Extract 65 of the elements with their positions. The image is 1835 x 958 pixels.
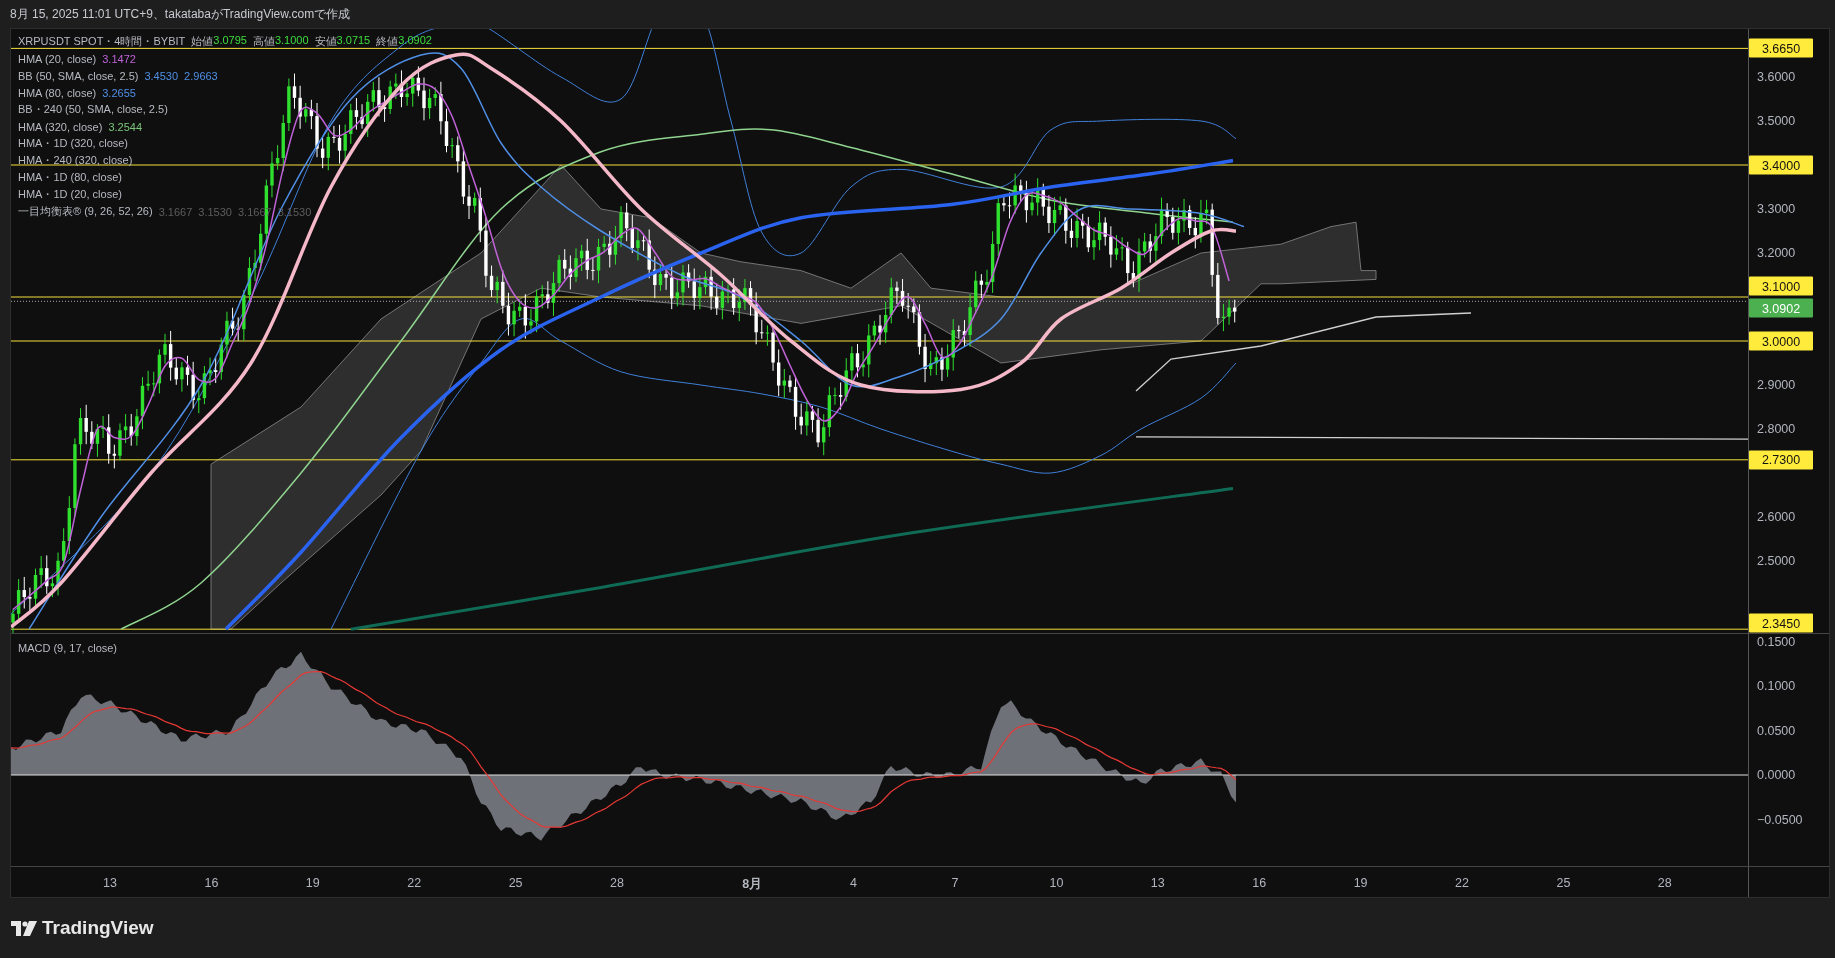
macd-tick-label: 0.1500 — [1757, 634, 1796, 649]
price-badge: 2.7300 — [1749, 450, 1813, 470]
date-label: 28 — [1657, 876, 1672, 890]
price-tick-label: 3.3000 — [1757, 202, 1796, 216]
macd-tick-label: 0.1000 — [1757, 679, 1796, 693]
price-badge: 3.4000 — [1749, 155, 1813, 175]
indicator-name: HMA (80, close) — [18, 86, 97, 99]
indicator-value: 3.1667 — [158, 205, 193, 218]
indicator-value: 3.1472 — [102, 52, 136, 65]
price-tick-label: 2.9000 — [1757, 378, 1796, 392]
price-tick-label: 3.6000 — [1757, 70, 1796, 84]
indicator-name: HMA・240 (320, close) — [18, 153, 133, 168]
price-tick-label: 2.5000 — [1757, 554, 1796, 568]
ohlc-label: 始値 — [191, 34, 214, 49]
macd-tick-label: 0.0500 — [1757, 723, 1796, 738]
date-label: 8月 — [742, 876, 763, 893]
date-label: 7 — [951, 876, 959, 890]
ohlc-value: 3.0715 — [336, 34, 371, 46]
macd-tick-label: 0.0000 — [1757, 768, 1796, 782]
date-label: 25 — [508, 876, 523, 890]
price-tick-label: 2.8000 — [1757, 422, 1796, 436]
indicator-name: BB (50, SMA, close, 2.5) — [18, 69, 139, 82]
indicator-name: HMA・1D (20, close) — [18, 187, 122, 202]
tradingview-logo-icon — [11, 920, 37, 936]
date-label: 10 — [1049, 876, 1064, 890]
macd-label: MACD (9, 17, close) — [18, 642, 118, 654]
header-caption: 8月 15, 2025 11:01 UTC+9、takatabaがTradingView.comで作成 — [10, 5, 351, 23]
ohlc-value: 3.0795 — [213, 34, 247, 46]
date-label: 25 — [1556, 876, 1571, 890]
indicator-name: 一目均衡表® (9, 26, 52, 26) — [18, 204, 153, 219]
price-badge: 2.3450 — [1749, 613, 1813, 633]
price-tick-label: 3.2000 — [1757, 246, 1796, 260]
price-tick-label: 3.5000 — [1757, 114, 1796, 128]
symbol-label: XRPUSDT SPOT・4時間・BYBIT — [18, 34, 186, 49]
ohlc-value: 3.1000 — [274, 34, 309, 46]
date-label: 28 — [610, 876, 624, 890]
price-badge: 3.0000 — [1749, 331, 1813, 351]
price-tick-label: 2.6000 — [1757, 510, 1796, 524]
date-label: 4 — [850, 876, 858, 890]
indicator-name: BB・240 (50, SMA, close, 2.5) — [18, 102, 168, 117]
price-badge: 3.6650 — [1749, 38, 1813, 58]
indicator-name: HMA・1D (320, close) — [18, 136, 129, 151]
indicator-value: 3.2544 — [108, 120, 143, 133]
brand-name: TradingView — [42, 917, 154, 939]
price-badge: 3.1000 — [1749, 276, 1813, 296]
date-label: 13 — [1150, 876, 1165, 890]
indicator-value: 3.2655 — [102, 86, 136, 99]
date-label: 19 — [1353, 876, 1368, 890]
date-label: 19 — [305, 876, 320, 890]
indicator-name: HMA (20, close) — [18, 52, 97, 65]
date-label: 22 — [1455, 876, 1469, 890]
ohlc-label: 安値 — [314, 34, 337, 49]
ohlc-label: 終値 — [376, 34, 399, 49]
indicator-value: 3.1530 — [198, 205, 232, 218]
ohlc-label: 高値 — [252, 34, 275, 49]
date-label: 16 — [1252, 876, 1267, 890]
date-label: 13 — [103, 876, 117, 890]
indicator-value: 3.4530 — [144, 69, 179, 82]
indicator-name: HMA・1D (80, close) — [18, 170, 122, 185]
price-badge: 3.0902 — [1749, 298, 1813, 318]
indicator-value: 2.9663 — [184, 69, 218, 82]
date-label: 22 — [407, 876, 422, 890]
indicator-name: HMA (320, close) — [18, 120, 103, 133]
date-label: 16 — [204, 876, 219, 890]
macd-tick-label: −0.0500 — [1757, 812, 1803, 827]
